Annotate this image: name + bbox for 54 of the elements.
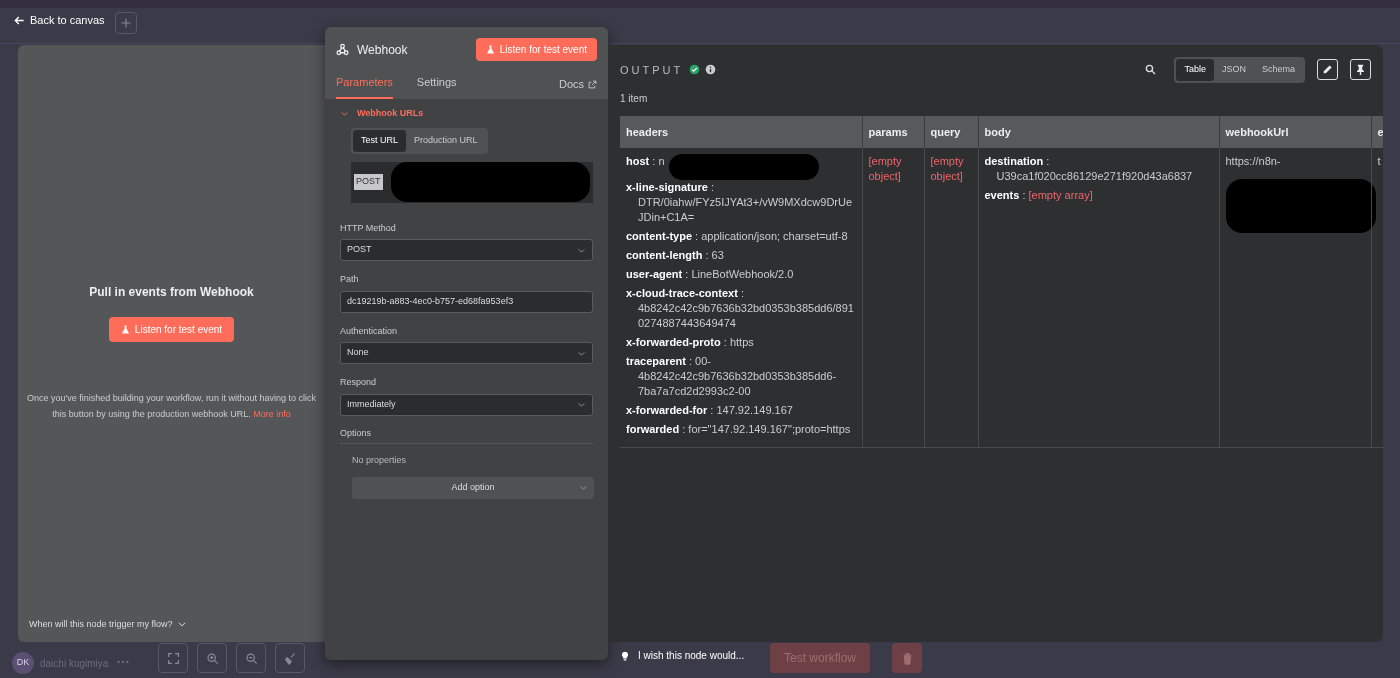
method-badge: POST <box>354 174 383 190</box>
docs-link[interactable]: Docs <box>558 70 597 99</box>
field-label: Authentication <box>340 324 399 338</box>
url-tab[interactable]: Production URL <box>406 130 486 152</box>
view-tab[interactable]: JSON <box>1213 59 1254 81</box>
select-field[interactable]: Immediately <box>340 393 593 416</box>
listen-button[interactable]: Listen for test event <box>108 317 235 342</box>
table-entry: x-line-signature : DTR/0iahw/FYz5IJYAt3+/vW9MXdcw9DrUeJDin+C1A= <box>626 180 854 225</box>
column-header: body <box>978 115 1219 148</box>
column-header: headers <box>620 115 862 148</box>
table-cell-text: [empty object] <box>868 154 903 184</box>
back-link[interactable]: Back to canvas <box>14 12 105 29</box>
field-label: Respond <box>340 376 378 389</box>
table-entry: traceparent : 00-4b8242c42c9b7636b32bd0353b385dd6-7ba7a7cd2d2993c2-00 <box>626 354 838 399</box>
view-tab[interactable]: Table <box>1176 59 1214 81</box>
field-label: HTTP Method <box>340 221 397 235</box>
table-entry: user-agent : LineBotWebhook/2.0 <box>626 267 795 282</box>
add-option-button[interactable]: Add option <box>352 476 594 499</box>
empty-text: No properties <box>352 454 408 467</box>
listen-button[interactable]: Listen for test event <box>475 38 597 61</box>
item-count: 1 item <box>619 91 649 106</box>
table-entry: events : [empty array] <box>984 188 1094 203</box>
column-header: webhookUrl <box>1219 115 1371 148</box>
url-tab[interactable]: Test URL <box>353 130 406 152</box>
select-field[interactable]: None <box>340 342 593 364</box>
feedback-link[interactable]: I wish this node would... <box>638 648 745 663</box>
input-field[interactable]: dc19219b-a883-4ec0-b757-ed68fa953ef3 <box>340 290 593 313</box>
tab[interactable]: Parameters <box>336 68 393 99</box>
column-header: query <box>924 115 978 148</box>
tab[interactable]: Settings <box>416 68 457 99</box>
more-info-link[interactable]: More info <box>253 409 291 419</box>
table-entry: content-length : 63 <box>626 248 725 263</box>
trigger-help-toggle[interactable]: When will this node trigger my flow? <box>29 617 173 631</box>
table-cell-text: [empty object] <box>930 154 965 184</box>
table-cell-text: https://n8n- <box>1225 154 1282 169</box>
table-entry: forwarded : for="147.92.149.167";proto=https <box>626 422 852 437</box>
table-entry: x-cloud-trace-context : 4b8242c42c9b7636b32bd0353b385dd6/8910274887443649474 <box>626 286 855 331</box>
view-tab[interactable]: Schema <box>1253 59 1303 81</box>
panel-heading: Pull in events from Webhook <box>89 284 254 301</box>
description-text: Once you've finished building your workflow, run it without having to click this button by using the production webhook URL. More info <box>26 392 317 421</box>
user-avatar[interactable]: DK <box>12 652 34 674</box>
node-title: Webhook <box>357 41 408 59</box>
table-entry: host : n <box>626 154 665 169</box>
select-field[interactable]: POST <box>340 239 593 261</box>
table-entry: content-type : application/json; charset=utf-8 <box>626 229 849 244</box>
section-toggle[interactable]: Webhook URLs <box>357 106 424 120</box>
table-entry: x-forwarded-for : 147.92.149.167 <box>626 403 794 418</box>
table-cell-text: t <box>1377 154 1382 169</box>
table-entry: x-forwarded-proto : https <box>626 335 755 350</box>
field-label: Path <box>340 273 360 286</box>
column-header: params <box>862 115 924 148</box>
panel-title: OUTPUT <box>620 62 684 78</box>
options-label: Options <box>340 426 593 444</box>
table-entry: destination : U39ca1f020cc86129e271f920d43a6837 <box>984 154 1194 184</box>
